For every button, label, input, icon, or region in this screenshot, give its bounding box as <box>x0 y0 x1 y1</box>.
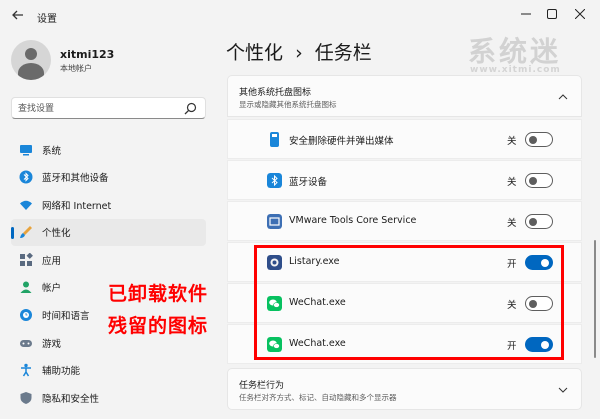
sidebar-item-label: 帐户 <box>42 283 62 295</box>
sidebar-item-label: 系统 <box>42 145 62 157</box>
account-icon <box>20 281 32 294</box>
search-box[interactable] <box>11 97 206 119</box>
back-arrow-icon[interactable] <box>9 8 27 26</box>
tray-item-label: VMware Tools Core Service <box>289 215 417 226</box>
wifi-icon <box>20 200 32 210</box>
tray-item-toggle[interactable] <box>525 173 553 188</box>
shield-icon <box>20 391 32 404</box>
toggle-state-label: 关 <box>507 177 517 188</box>
sidebar-item-apps[interactable]: 应用 <box>11 246 206 273</box>
close-icon[interactable] <box>569 6 591 26</box>
gamepad-icon <box>20 339 32 347</box>
sidebar-item-network[interactable]: 网络和 Internet <box>11 191 206 218</box>
toggle-state-label: 关 <box>507 136 517 147</box>
sidebar-item-label: 隐私和安全性 <box>42 393 100 405</box>
avatar[interactable] <box>11 40 51 80</box>
sidebar-item-label: 游戏 <box>42 338 62 350</box>
section-title: 任务栏行为 <box>239 381 285 391</box>
bluetooth-icon <box>267 173 282 188</box>
system-icon <box>20 144 32 155</box>
sidebar-item-bluetooth[interactable]: 蓝牙和其他设备 <box>11 164 206 191</box>
tray-item-toggle[interactable] <box>525 214 553 229</box>
breadcrumb: 个性化 › 任务栏 <box>226 38 372 65</box>
sidebar-item-personalization[interactable]: 个性化 <box>11 218 206 246</box>
watermark-url: www.xitmi.com <box>470 65 561 75</box>
tray-item-row: 安全删除硬件并弹出媒体 关 <box>227 119 582 159</box>
sidebar-item-label: 个性化 <box>42 228 71 240</box>
breadcrumb-parent[interactable]: 个性化 <box>226 42 283 64</box>
section-subtitle: 任务栏对齐方式、标记、自动隐藏和多个显示器 <box>239 393 397 402</box>
account-type: 本地帐户 <box>60 64 92 73</box>
taskbar-behaviors-section[interactable]: 任务栏行为 任务栏对齐方式、标记、自动隐藏和多个显示器 <box>227 368 582 410</box>
title-bar: 设置 <box>0 0 600 34</box>
sidebar-item-label: 应用 <box>42 255 62 267</box>
sidebar-item-label: 辅助功能 <box>42 366 81 378</box>
maximize-icon[interactable] <box>541 6 563 26</box>
tray-icons-section-header[interactable]: 其他系统托盘图标 显示或隐藏其他系统托盘图标 <box>227 75 582 117</box>
vmware-icon <box>267 214 282 229</box>
accessibility-icon <box>21 364 31 377</box>
tray-item-label: 安全删除硬件并弹出媒体 <box>289 136 394 147</box>
tray-item-row: 蓝牙设备 关 <box>227 160 582 200</box>
minimize-icon[interactable] <box>515 6 537 26</box>
section-subtitle: 显示或隐藏其他系统托盘图标 <box>239 100 337 109</box>
tray-item-label: 蓝牙设备 <box>289 177 328 188</box>
sidebar-item-system[interactable]: 系统 <box>11 136 206 163</box>
tray-item-toggle[interactable] <box>525 132 553 147</box>
sidebar-nav: 系统 蓝牙和其他设备 网络和 Internet 个性化 应用 帐户 时间和语言 … <box>11 136 206 412</box>
window-title: 设置 <box>37 14 57 25</box>
annotation-line-2: 残留的图标 <box>108 315 209 337</box>
sidebar-item-label: 时间和语言 <box>42 311 90 323</box>
sidebar-item-label: 蓝牙和其他设备 <box>42 173 109 185</box>
toggle-state-label: 关 <box>507 218 517 229</box>
scrollbar-thumb[interactable] <box>594 240 596 358</box>
tray-item-row: VMware Tools Core Service 关 <box>227 201 582 241</box>
highlight-box <box>254 245 564 360</box>
apps-icon <box>20 252 33 266</box>
bluetooth-icon <box>19 170 33 184</box>
sidebar-item-label: 网络和 Internet <box>42 200 112 212</box>
breadcrumb-separator: › <box>295 42 303 64</box>
annotation-line-1: 已卸载软件 <box>108 283 209 305</box>
sidebar-item-accessibility[interactable]: 辅助功能 <box>11 357 206 384</box>
chevron-up-icon[interactable] <box>558 92 568 102</box>
watermark-brand: 系统迷 <box>468 35 562 68</box>
breadcrumb-current: 任务栏 <box>314 42 372 64</box>
search-input[interactable] <box>18 101 178 116</box>
user-name: xitmi123 <box>60 48 115 61</box>
globe-clock-icon <box>20 309 32 322</box>
section-title: 其他系统托盘图标 <box>239 88 312 98</box>
usb-eject-icon <box>270 132 279 147</box>
chevron-down-icon[interactable] <box>558 385 568 395</box>
sidebar-item-privacy[interactable]: 隐私和安全性 <box>11 384 206 411</box>
search-icon[interactable] <box>184 102 197 115</box>
brush-icon <box>20 226 32 239</box>
